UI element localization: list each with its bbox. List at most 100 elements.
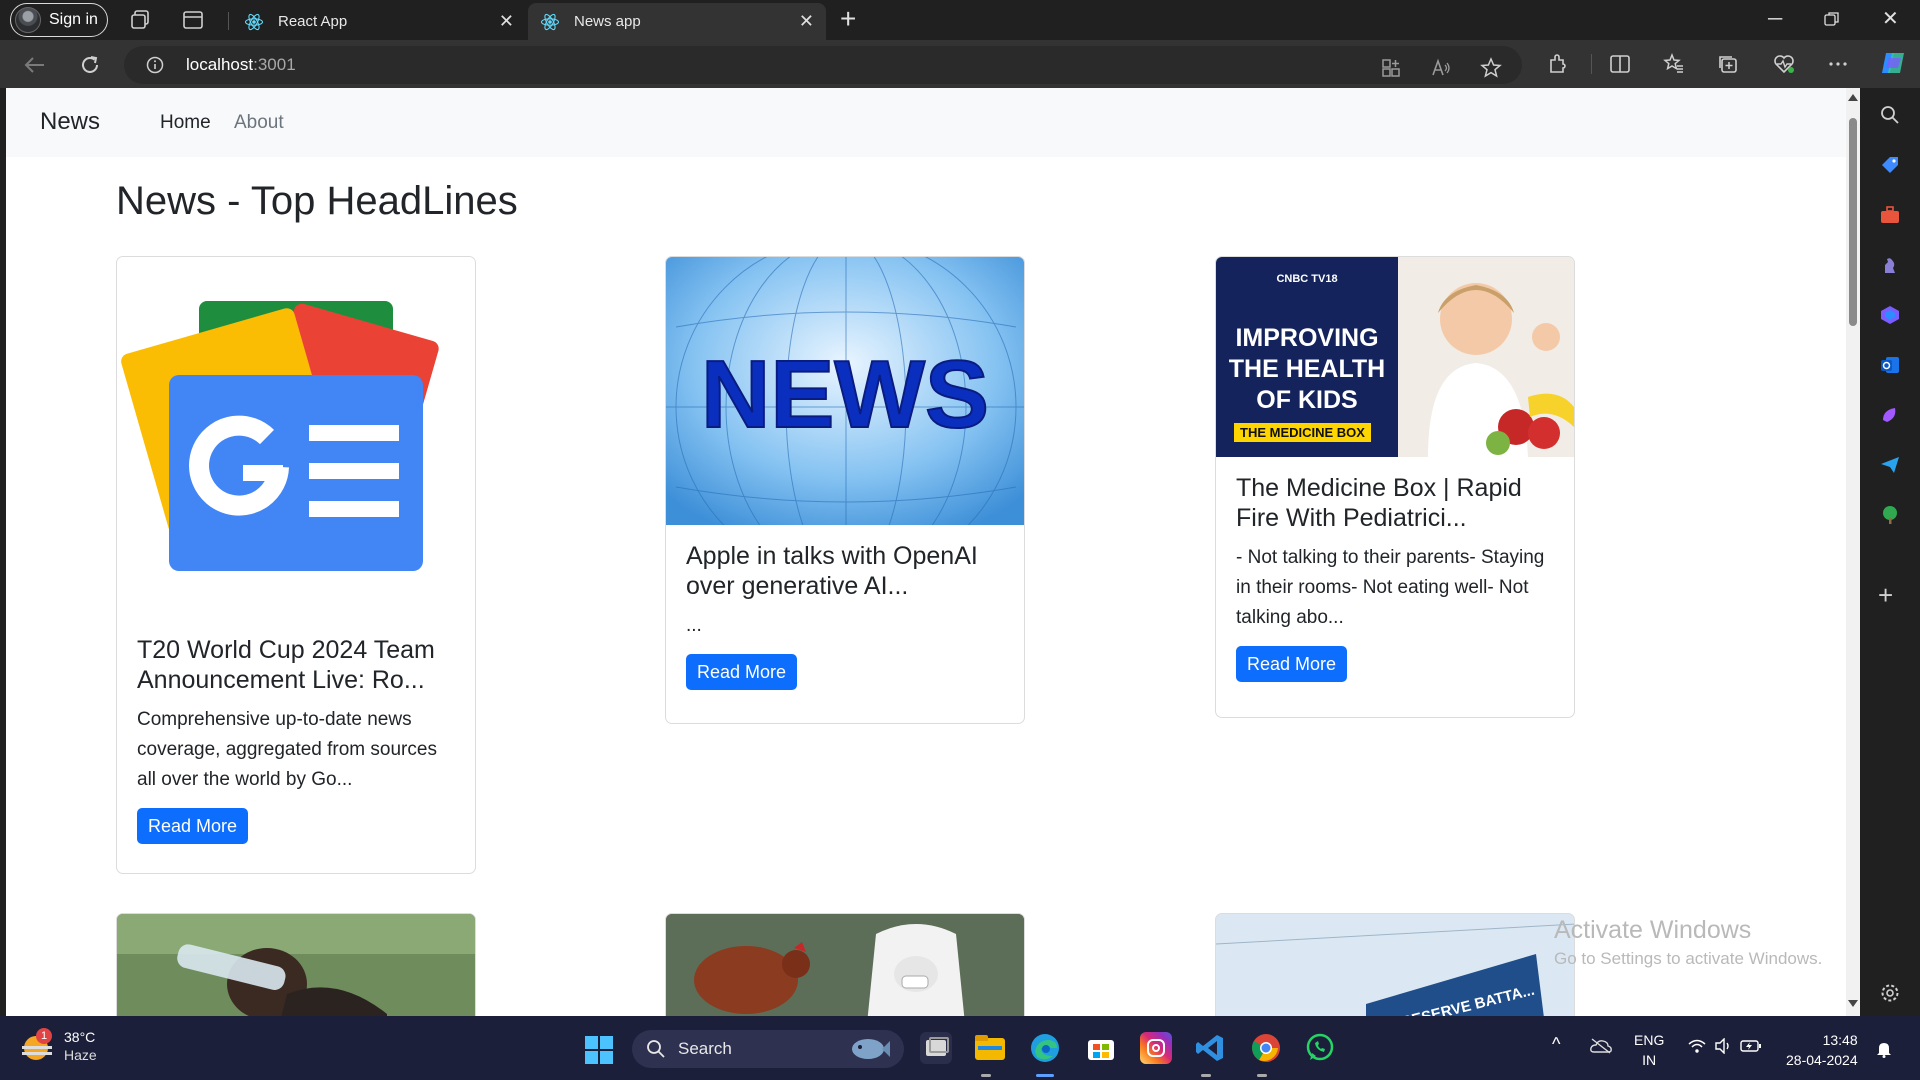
news-card: CNBC TV18 IMPROVING THE HEALTH OF KIDS T… xyxy=(1215,256,1575,718)
vertical-tabs-icon[interactable] xyxy=(182,9,204,31)
medicine-box-tag: THE MEDICINE BOX xyxy=(1234,423,1371,442)
child-with-fruits-illustration xyxy=(1398,257,1574,457)
card-description: - Not talking to their parents- Staying … xyxy=(1236,547,1545,628)
input-language-indicator[interactable]: ENG IN xyxy=(1634,1030,1664,1070)
clock-date: 28-04-2024 xyxy=(1786,1052,1858,1068)
active-app-indicator xyxy=(1036,1074,1054,1077)
card-title: T20 World Cup 2024 Team Announcement Liv… xyxy=(137,636,435,694)
sign-in-button[interactable]: Sign in xyxy=(10,3,108,37)
news-card: T20 World Cup 2024 Team Announcement Liv… xyxy=(116,256,476,874)
copilot-designer-icon[interactable] xyxy=(1879,304,1901,326)
restore-button[interactable] xyxy=(1824,11,1840,27)
tree-icon[interactable] xyxy=(1879,504,1901,526)
tools-briefcase-icon[interactable] xyxy=(1879,204,1901,226)
instagram-icon[interactable] xyxy=(1140,1032,1172,1064)
edge-sidebar: + xyxy=(1860,88,1920,1016)
weather-haze-icon: 1 xyxy=(22,1028,52,1062)
read-more-button[interactable]: Read More xyxy=(137,808,249,844)
outlook-icon[interactable] xyxy=(1879,354,1901,376)
taskbar-search-box[interactable]: Search xyxy=(632,1030,904,1068)
new-tab-button[interactable]: + xyxy=(840,4,856,34)
tab-react-app[interactable]: React App ✕ xyxy=(232,3,526,40)
extensions-icon[interactable] xyxy=(1546,52,1570,76)
search-icon[interactable] xyxy=(1879,104,1901,126)
person-drinking-water-image xyxy=(117,914,475,1016)
vscode-icon[interactable] xyxy=(1194,1032,1226,1064)
sidebar-settings-gear-icon[interactable] xyxy=(1879,982,1901,1004)
whatsapp-icon[interactable] xyxy=(1304,1032,1336,1064)
app-available-icon[interactable] xyxy=(1380,57,1402,79)
weather-temperature: 38°C xyxy=(64,1029,96,1045)
browser-essentials-icon[interactable] xyxy=(1772,52,1796,76)
task-view-icon[interactable] xyxy=(920,1032,952,1064)
wifi-icon[interactable] xyxy=(1688,1038,1706,1054)
drop-icon[interactable] xyxy=(1879,404,1901,426)
profile-avatar-icon xyxy=(15,7,41,33)
read-more-button[interactable]: Read More xyxy=(1236,646,1348,682)
page-scrollbar[interactable] xyxy=(1846,88,1860,1016)
tab-title: News app xyxy=(574,13,641,30)
telegram-send-icon[interactable] xyxy=(1879,454,1901,476)
running-indicator xyxy=(1201,1074,1211,1077)
running-indicator xyxy=(1257,1074,1267,1077)
scrollbar-thumb[interactable] xyxy=(1849,118,1857,326)
close-tab-icon[interactable]: ✕ xyxy=(799,12,814,30)
google-news-logo-icon xyxy=(121,301,439,571)
scroll-up-arrow-icon[interactable] xyxy=(1848,94,1858,101)
favorites-icon[interactable] xyxy=(1662,52,1686,76)
browser-title-bar: Sign in React App ✕ News app ✕ + ─ ✕ xyxy=(0,0,1920,40)
news-globe-image: NEWS xyxy=(666,257,1024,525)
card-title: The Medicine Box | Rapid Fire With Pedia… xyxy=(1236,474,1522,532)
navbar-brand[interactable]: News xyxy=(40,108,100,136)
battery-charging-icon[interactable] xyxy=(1740,1038,1762,1054)
reserve-battalion-sign-image: RESERVE BATTA... xyxy=(1216,914,1574,1016)
chrome-icon[interactable] xyxy=(1250,1032,1282,1064)
region-code: IN xyxy=(1642,1052,1657,1068)
language-code: ENG xyxy=(1634,1032,1665,1048)
scroll-down-arrow-icon[interactable] xyxy=(1848,1000,1858,1007)
workspaces-icon[interactable] xyxy=(130,9,152,31)
site-info-icon[interactable] xyxy=(146,56,164,74)
add-sidebar-app-icon[interactable]: + xyxy=(1878,580,1893,611)
tab-news-app[interactable]: News app ✕ xyxy=(528,3,826,40)
more-options-icon[interactable] xyxy=(1826,52,1850,76)
page-title: News - Top HeadLines xyxy=(116,179,518,223)
address-bar[interactable]: localhost:3001 xyxy=(124,46,1522,84)
card-description: Comprehensive up-to-date news coverage, … xyxy=(137,709,437,790)
volume-icon[interactable] xyxy=(1714,1038,1732,1054)
onedrive-offline-icon[interactable] xyxy=(1590,1038,1612,1054)
close-window-button[interactable]: ✕ xyxy=(1882,6,1899,32)
refresh-icon[interactable] xyxy=(77,52,103,78)
split-screen-icon[interactable] xyxy=(1608,52,1632,76)
close-tab-icon[interactable]: ✕ xyxy=(499,12,514,30)
read-aloud-icon[interactable] xyxy=(1430,57,1452,79)
read-more-button[interactable]: Read More xyxy=(686,654,798,690)
microsoft-store-icon[interactable] xyxy=(1085,1032,1117,1064)
hen-and-health-worker-image xyxy=(666,914,1024,1016)
search-icon xyxy=(647,1040,665,1058)
news-globe-illustration: NEWS xyxy=(666,257,1024,525)
taskbar-clock[interactable]: 13:48 28-04-2024 xyxy=(1786,1030,1858,1070)
google-news-logo-image xyxy=(117,257,475,619)
windows-start-icon[interactable] xyxy=(585,1036,613,1064)
weather-widget[interactable]: 1 38°C Haze xyxy=(22,1028,97,1064)
favorite-star-icon[interactable] xyxy=(1480,57,1502,79)
nav-link-home[interactable]: Home xyxy=(160,112,211,134)
site-navbar: News Home About xyxy=(6,88,1846,157)
edge-browser-icon[interactable] xyxy=(1029,1032,1061,1064)
games-chess-icon[interactable] xyxy=(1879,254,1901,276)
news-card-image-partial xyxy=(116,913,476,1016)
nav-link-about[interactable]: About xyxy=(234,112,284,134)
toolbar-divider xyxy=(1591,54,1592,74)
collections-icon[interactable] xyxy=(1716,52,1740,76)
news-card-image-partial: RESERVE BATTA... xyxy=(1215,913,1575,1016)
copilot-icon[interactable] xyxy=(1878,48,1908,78)
notification-bell-icon[interactable] xyxy=(1876,1040,1892,1058)
back-arrow-icon[interactable] xyxy=(22,52,48,78)
watermark-title: Activate Windows xyxy=(1554,916,1752,944)
react-icon xyxy=(540,13,560,30)
file-explorer-icon[interactable] xyxy=(974,1032,1006,1064)
shopping-tag-icon[interactable] xyxy=(1879,154,1901,176)
show-hidden-icons-chevron-icon[interactable]: ^ xyxy=(1552,1034,1560,1055)
minimize-button[interactable]: ─ xyxy=(1768,6,1782,32)
